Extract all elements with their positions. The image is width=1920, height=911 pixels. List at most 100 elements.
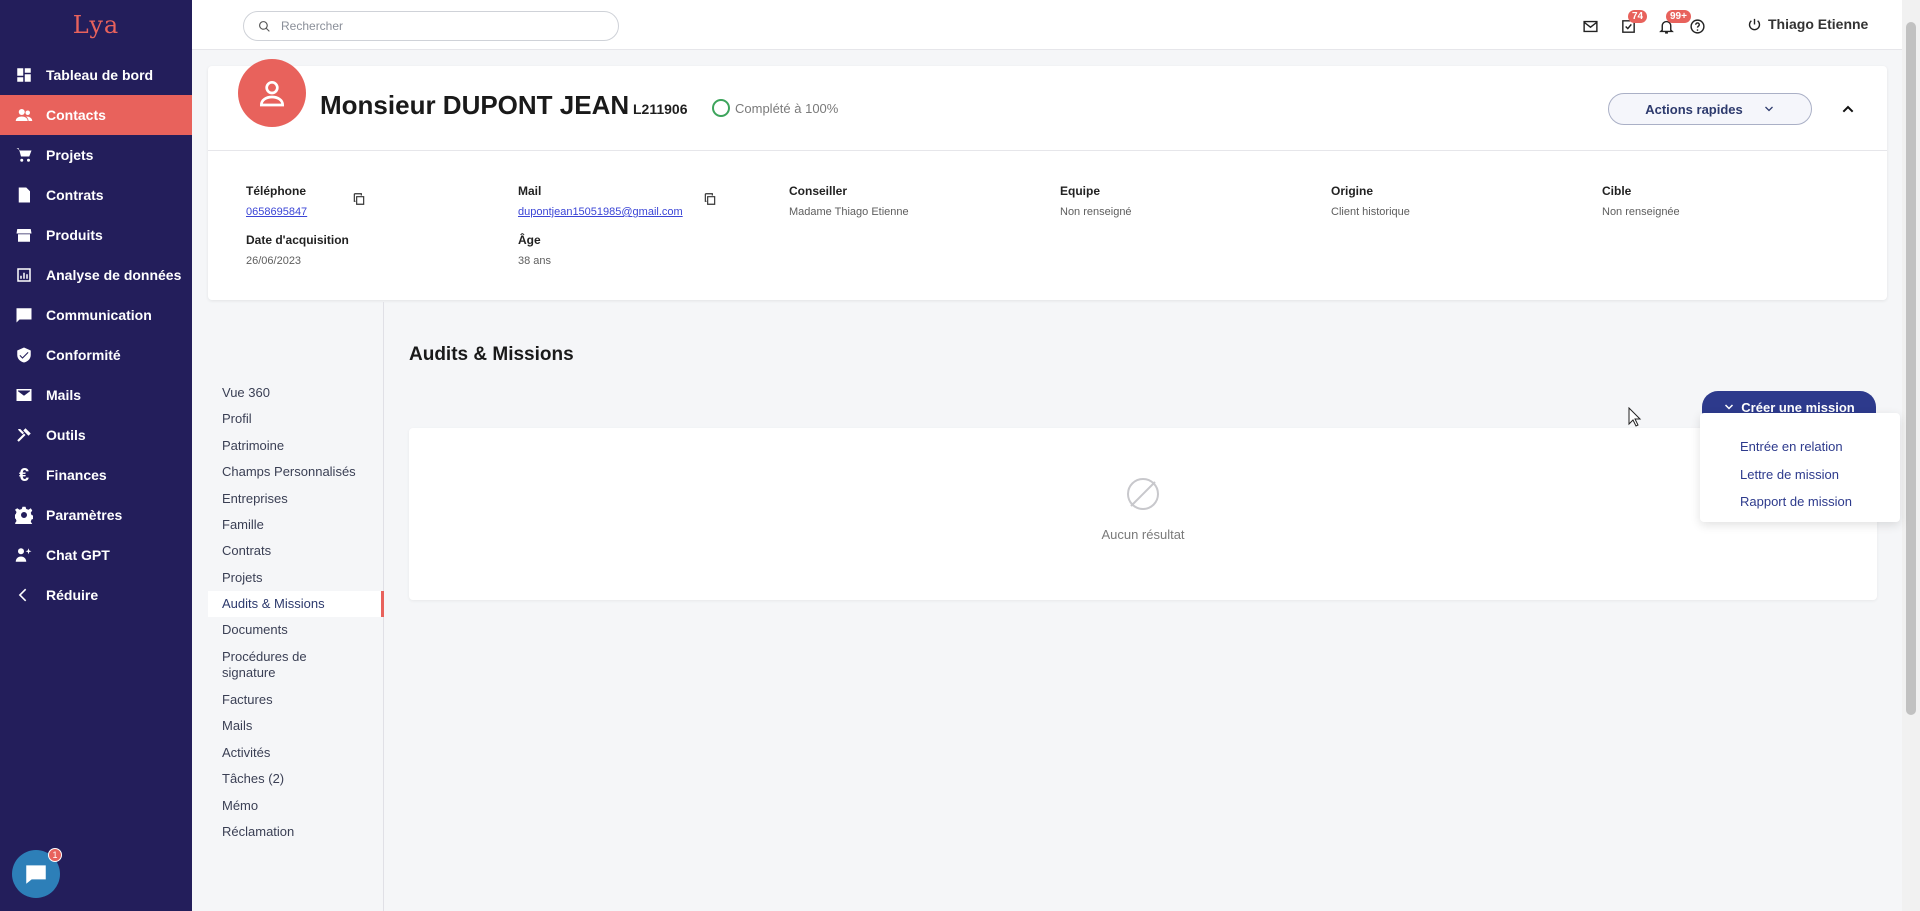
sidebar-item-projets[interactable]: Projets — [0, 135, 192, 175]
sidebar-item-label: Finances — [46, 467, 107, 483]
sidebar-item-label: Conformité — [46, 347, 121, 363]
subnav-item-audits-missions[interactable]: Audits & Missions — [208, 591, 384, 617]
subnav-item-profil[interactable]: Profil — [208, 411, 384, 427]
quick-actions-label: Actions rapides — [1645, 101, 1743, 117]
missions-empty-state: Aucun résultat — [409, 428, 1877, 600]
divider — [208, 150, 1887, 151]
sidebar-item-communication[interactable]: Communication — [0, 295, 192, 335]
sidebar-item-label: Tableau de bord — [46, 67, 154, 83]
subnav-item-mails[interactable]: Mails — [208, 718, 384, 734]
sidebar-item-chatgpt[interactable]: Chat GPT — [0, 535, 192, 575]
user-menu[interactable]: Thiago Etienne — [1747, 16, 1868, 32]
menu-item-entree-relation[interactable]: Entrée en relation — [1740, 439, 1843, 454]
gear-icon — [14, 505, 34, 525]
create-mission-menu: Entrée en relation Lettre de mission Rap… — [1700, 413, 1900, 522]
tasks-icon[interactable]: 74 — [1618, 10, 1648, 36]
sidebar-item-reduire[interactable]: Réduire — [0, 575, 192, 615]
menu-item-rapport-mission[interactable]: Rapport de mission — [1740, 494, 1852, 509]
subnav-item-taches[interactable]: Tâches (2) — [208, 771, 384, 787]
sidebar-item-label: Contacts — [46, 107, 106, 123]
scrollbar-thumb[interactable] — [1906, 22, 1916, 715]
no-results-icon — [1127, 478, 1159, 510]
field-label: Date d'acquisition — [246, 233, 349, 247]
menu-item-lettre-mission[interactable]: Lettre de mission — [1740, 467, 1839, 482]
sidebar-item-parametres[interactable]: Paramètres — [0, 495, 192, 535]
avatar — [238, 59, 306, 127]
store-icon — [14, 225, 34, 245]
subnav-item-reclamation[interactable]: Réclamation — [208, 824, 384, 840]
field-value: Non renseigné — [1060, 206, 1132, 218]
field-label: Origine — [1331, 184, 1374, 198]
subnav-item-famille[interactable]: Famille — [208, 517, 384, 533]
subnav-item-entreprises[interactable]: Entreprises — [208, 491, 384, 507]
document-icon — [14, 185, 34, 205]
field-value: Client historique — [1331, 206, 1410, 218]
app-logo[interactable]: Lya — [0, 0, 192, 50]
completion-status: Complété à 100% — [712, 99, 838, 117]
field-advisor: Conseiller Madame Thiago Etienne — [789, 184, 909, 218]
chevron-down-icon — [1764, 106, 1773, 112]
sidebar-item-dashboard[interactable]: Tableau de bord — [0, 55, 192, 95]
sidebar-item-label: Projets — [46, 147, 94, 163]
chevron-down-icon — [1725, 404, 1734, 410]
subnav-item-activites[interactable]: Activités — [208, 745, 384, 761]
subnav-item-projets[interactable]: Projets — [208, 570, 384, 586]
sidebar-item-produits[interactable]: Produits — [0, 215, 192, 255]
message-icon — [14, 305, 34, 325]
chat-badge: 1 — [48, 848, 62, 862]
chat-icon — [26, 865, 46, 884]
users-icon — [14, 105, 34, 125]
completion-ring-icon — [712, 99, 730, 117]
copy-icon[interactable] — [352, 192, 366, 206]
sidebar-item-label: Analyse de données — [46, 267, 182, 283]
support-chat-button[interactable]: 1 — [12, 848, 62, 898]
shield-check-icon — [14, 345, 34, 365]
analytics-icon — [14, 265, 34, 285]
sidebar-item-label: Chat GPT — [46, 547, 110, 563]
sidebar-item-contrats[interactable]: Contrats — [0, 175, 192, 215]
mail-icon[interactable] — [1580, 16, 1600, 36]
chevron-left-icon — [14, 585, 34, 605]
sidebar-item-conformite[interactable]: Conformité — [0, 335, 192, 375]
sidebar-item-outils[interactable]: Outils — [0, 415, 192, 455]
copy-icon[interactable] — [703, 192, 717, 206]
field-value: Non renseignée — [1602, 206, 1680, 218]
bell-icon[interactable]: 99+ — [1656, 10, 1691, 36]
mouse-cursor-icon — [1628, 407, 1642, 427]
subnav-item-procedures-signature[interactable]: Procédures de signature — [208, 649, 328, 681]
collapse-button[interactable] — [1838, 99, 1858, 119]
subnav-item-factures[interactable]: Factures — [208, 692, 384, 708]
subnav-item-patrimoine[interactable]: Patrimoine — [208, 438, 384, 454]
search-input[interactable]: Rechercher — [243, 11, 619, 41]
sidebar-item-mails[interactable]: Mails — [0, 375, 192, 415]
mail-link[interactable]: dupontjean15051985@gmail.com — [518, 206, 683, 218]
ai-icon — [14, 545, 34, 565]
field-label: Equipe — [1060, 184, 1101, 198]
field-label: Âge — [518, 233, 541, 247]
quick-actions-dropdown[interactable]: Actions rapides — [1608, 93, 1812, 125]
subnav-item-vue-360[interactable]: Vue 360 — [208, 385, 384, 401]
section-title: Audits & Missions — [409, 344, 574, 365]
field-label: Conseiller — [789, 184, 848, 198]
field-acquisition-date: Date d'acquisition 26/06/2023 — [246, 233, 349, 267]
top-bar: Rechercher 74 99+ Thiago Etienne — [192, 0, 1902, 50]
mail-icon — [14, 385, 34, 405]
field-value: 26/06/2023 — [246, 255, 302, 267]
subnav-item-documents[interactable]: Documents — [208, 622, 384, 638]
sidebar-item-contacts[interactable]: Contacts — [0, 95, 192, 135]
sidebar: Lya Tableau de bord Contacts Projets Con… — [0, 0, 192, 911]
search-placeholder: Rechercher — [281, 19, 344, 33]
field-phone: Téléphone 0658695847 — [246, 184, 307, 218]
sidebar-item-finances[interactable]: € Finances — [0, 455, 192, 495]
chevron-up-icon — [1842, 105, 1854, 113]
subnav-item-contrats[interactable]: Contrats — [208, 543, 384, 559]
field-target: Cible Non renseignée — [1602, 184, 1680, 218]
subnav-item-memo[interactable]: Mémo — [208, 798, 384, 814]
phone-link[interactable]: 0658695847 — [246, 206, 307, 218]
search-icon — [259, 20, 270, 32]
completion-text: Complété à 100% — [735, 100, 839, 116]
subnav-item-champs-personnalises[interactable]: Champs Personnalisés — [208, 464, 384, 480]
sidebar-item-label: Produits — [46, 227, 103, 243]
help-icon[interactable] — [1687, 16, 1707, 36]
sidebar-item-analyse[interactable]: Analyse de données — [0, 255, 192, 295]
